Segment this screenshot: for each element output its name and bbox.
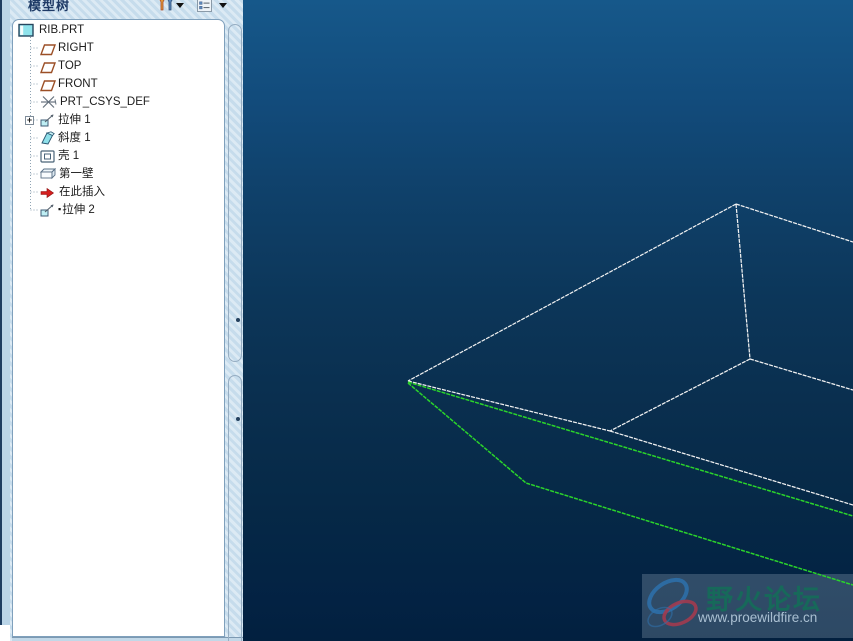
wireframe-svg — [407, 203, 853, 586]
graphics-viewport[interactable]: 野火论坛 www.proewildfire.cn — [243, 0, 853, 641]
tree-item-extrude-1[interactable]: 拉伸 1 — [40, 111, 91, 129]
tree-item-rib-prt[interactable]: RIB.PRT — [18, 21, 84, 39]
tree-item-label: 拉伸 2 — [62, 204, 95, 216]
tree-item-insert-here[interactable]: 在此插入 — [40, 183, 105, 201]
extrude-icon — [40, 203, 56, 222]
list-dropdown-arrow-icon[interactable] — [219, 3, 227, 8]
app-window: 模型树 RIB.PRT RIGHT TOP FRONT PRT_CSYS_DEF… — [0, 0, 853, 641]
tree-item-top[interactable]: TOP — [39, 57, 81, 75]
panel-title: 模型树 — [28, 0, 71, 13]
tree-item-prt-csys-def[interactable]: PRT_CSYS_DEF — [40, 93, 150, 111]
tree-filter-icon[interactable] — [158, 0, 174, 16]
model-tree: RIB.PRT RIGHT TOP FRONT PRT_CSYS_DEF 拉伸 … — [12, 19, 225, 637]
panel-bottom-border — [12, 637, 243, 641]
tree-item-draft-1[interactable]: 斜度 1 — [40, 129, 91, 147]
tree-item-shell-1[interactable]: 壳 1 — [40, 147, 79, 165]
suppressed-marker: ▪ — [58, 203, 62, 214]
tree-item-extrude-2[interactable]: ▪拉伸 2 — [40, 201, 95, 219]
tree-item-first-wall[interactable]: 第一壁 — [39, 165, 94, 183]
bottom-left-corner — [0, 625, 10, 641]
splitter-bar-top[interactable] — [228, 24, 242, 362]
filter-dropdown-arrow-icon[interactable] — [176, 3, 184, 8]
tree-list-icon[interactable] — [197, 0, 212, 17]
splitter-grip-dot[interactable] — [236, 318, 240, 322]
tree-item-front[interactable]: FRONT — [39, 75, 98, 93]
tree-item-right[interactable]: RIGHT — [39, 39, 94, 57]
window-left-strip — [2, 0, 10, 625]
part-icon — [18, 23, 34, 42]
expand-toggle[interactable]: + — [25, 116, 34, 125]
splitter-bar-bottom[interactable] — [228, 375, 242, 641]
splitter-grip-dot[interactable] — [236, 417, 240, 421]
